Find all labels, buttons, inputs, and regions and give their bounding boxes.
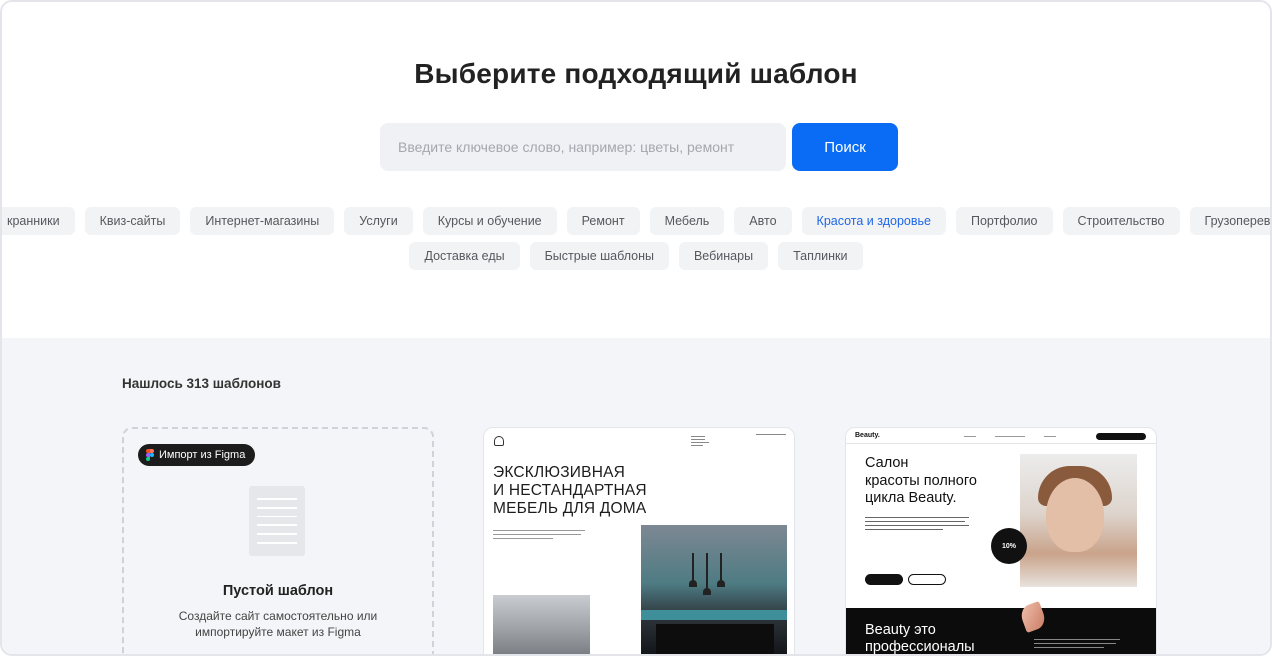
category-chips-row-2: Доставка еды Быстрые шаблоны Вебинары Тапли… <box>2 242 1270 270</box>
furniture-subtext <box>493 528 588 542</box>
furniture-image-small <box>493 595 590 654</box>
figma-icon <box>146 449 154 461</box>
search-button[interactable]: Поиск <box>792 123 898 171</box>
category-chip[interactable]: Таплинки <box>778 242 863 270</box>
preview-header-button <box>1096 433 1146 440</box>
category-chip[interactable]: Квиз-сайты <box>84 207 181 235</box>
divider <box>846 443 1156 444</box>
empty-template-description: Создайте сайт самостоятельно или импорти… <box>178 609 378 639</box>
search-input[interactable] <box>380 123 786 171</box>
category-chip[interactable]: Интернет-магазины <box>190 207 335 235</box>
lamp-decor <box>689 553 697 587</box>
template-card-beauty[interactable]: Beauty. Салон красоты полного цикла Beau… <box>845 427 1157 655</box>
document-icon <box>249 486 305 556</box>
category-chip[interactable]: Курсы и обучение <box>422 207 557 235</box>
template-card-furniture[interactable]: ЭКСКЛЮЗИВНАЯ И НЕСТАНДАРТНАЯ МЕБЕЛЬ ДЛЯ … <box>483 427 795 654</box>
beauty-subtext <box>865 515 975 533</box>
results-section: Нашлось 313 шаблонов Импорт из Figma Пус… <box>2 338 1270 655</box>
preview-cta-primary <box>865 574 903 585</box>
furniture-heading: ЭКСКЛЮЗИВНАЯ И НЕСТАНДАРТНАЯ МЕБЕЛЬ ДЛЯ … <box>493 464 647 517</box>
page-frame: Выберите подходящий шаблон Поиск кранник… <box>0 0 1272 656</box>
category-chip[interactable]: Доставка еды <box>409 242 520 270</box>
beauty-logo: Beauty. <box>855 432 880 439</box>
preview-cta-secondary <box>908 574 946 585</box>
figma-import-badge[interactable]: Импорт из Figma <box>138 444 256 466</box>
beauty-heading: Салон красоты полного цикла Beauty. <box>865 455 977 506</box>
figma-import-label: Импорт из Figma <box>159 449 246 461</box>
category-chip[interactable]: Портфолио <box>955 207 1053 235</box>
beauty-dark-heading: Beauty это профессионалы <box>865 622 975 655</box>
category-chip[interactable]: Грузоперевозки <box>1189 207 1270 235</box>
kitchen-table <box>656 624 774 654</box>
category-chip[interactable]: Строительство <box>1062 207 1180 235</box>
category-chip[interactable]: Вебинары <box>678 242 769 270</box>
empty-template-title: Пустой шаблон <box>222 583 334 599</box>
category-chip[interactable]: Авто <box>734 207 792 235</box>
results-count: Нашлось 313 шаблонов <box>122 376 281 391</box>
lamp-decor <box>717 553 725 587</box>
hero-section: Выберите подходящий шаблон Поиск кранник… <box>2 2 1270 338</box>
beauty-dark-text <box>1034 637 1124 651</box>
beauty-photo-face <box>1046 478 1104 552</box>
category-chip[interactable]: Ремонт <box>566 207 640 235</box>
category-chip[interactable]: кранники <box>2 207 75 235</box>
empty-template-card[interactable]: Импорт из Figma Пустой шаблон Создайте с… <box>122 427 434 654</box>
page-title: Выберите подходящий шаблон <box>414 58 858 89</box>
discount-badge: 10% <box>991 528 1027 564</box>
category-chips-row-1: кранники Квиз-сайты Интернет-магазины Услуг… <box>2 207 1270 235</box>
preview-nav <box>691 433 709 448</box>
category-chip[interactable]: Услуги <box>344 207 413 235</box>
lamp-decor <box>703 553 711 595</box>
category-chip[interactable]: Красота и здоровье <box>801 207 946 235</box>
preview-nav <box>964 434 1056 438</box>
kitchen-counter <box>641 610 787 620</box>
category-chip[interactable]: Мебель <box>649 207 725 235</box>
category-chip[interactable]: Быстрые шаблоны <box>529 242 669 270</box>
home-icon <box>494 436 504 446</box>
preview-phone <box>756 431 786 435</box>
